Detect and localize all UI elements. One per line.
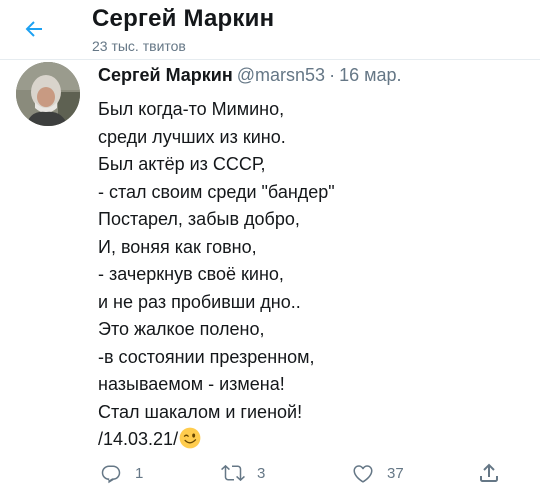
arrow-left-icon [25,21,42,37]
tweet-date[interactable]: 16 мар. [339,65,401,85]
tweet-actions: 1 3 37 [0,455,540,491]
tweet-line: И, воняя как говно, [98,236,257,257]
winking-face-icon [179,427,201,449]
retweet-icon [221,464,245,482]
header-title: Сергей Маркин [92,5,275,32]
retweet-button[interactable]: 3 [221,455,265,491]
tweet-line-text: /14.03.21/ [98,429,179,449]
tweet-line: -в состоянии презренном, [98,346,315,367]
tweet-line: - стал своим среди "бандер" [98,181,335,202]
like-button[interactable]: 37 [351,455,404,491]
reply-icon [101,465,121,484]
heart-icon [353,465,373,483]
tweet-count: 23 тыс. твитов [92,38,186,54]
retweet-count: 3 [257,464,266,482]
avatar-photo [16,62,80,126]
tweet-line: Был когда-то Мимино, [98,99,285,119]
profile-header: Сергей Маркин 23 тыс. твитов [0,0,540,60]
author-name[interactable]: Сергей Маркин [98,65,233,85]
tweet-line: среди лучших из кино. [98,126,286,147]
tweet-line: - зачеркнув своё кино, [98,264,284,284]
separator-dot: · [329,65,336,85]
tweet-line: называемом - измена! [98,374,285,394]
tweet-line: Был актёр из СССР, [98,154,266,174]
like-count: 37 [387,464,404,482]
reply-button[interactable]: 1 [99,455,143,491]
avatar[interactable] [16,62,80,126]
tweet-line-last: /14.03.21/ [98,426,518,454]
tweet-header: Сергей Маркин @marsn53 · 16 мар. [98,65,401,86]
tweet-line: Постарел, забыв добро, [98,209,300,229]
share-button[interactable] [477,455,501,491]
share-icon [480,463,498,482]
tweet-line: и не раз пробивши дно.. [98,291,301,312]
back-button[interactable] [14,9,54,49]
reply-count: 1 [135,464,144,482]
author-handle[interactable]: @marsn53 [237,65,325,85]
tweet-line: Это жалкое полено, [98,319,265,339]
tweet-text: Был когда-то Мимино, среди лучших из кин… [98,96,518,454]
tweet-line: Стал шакалом и гиеной! [98,401,303,422]
